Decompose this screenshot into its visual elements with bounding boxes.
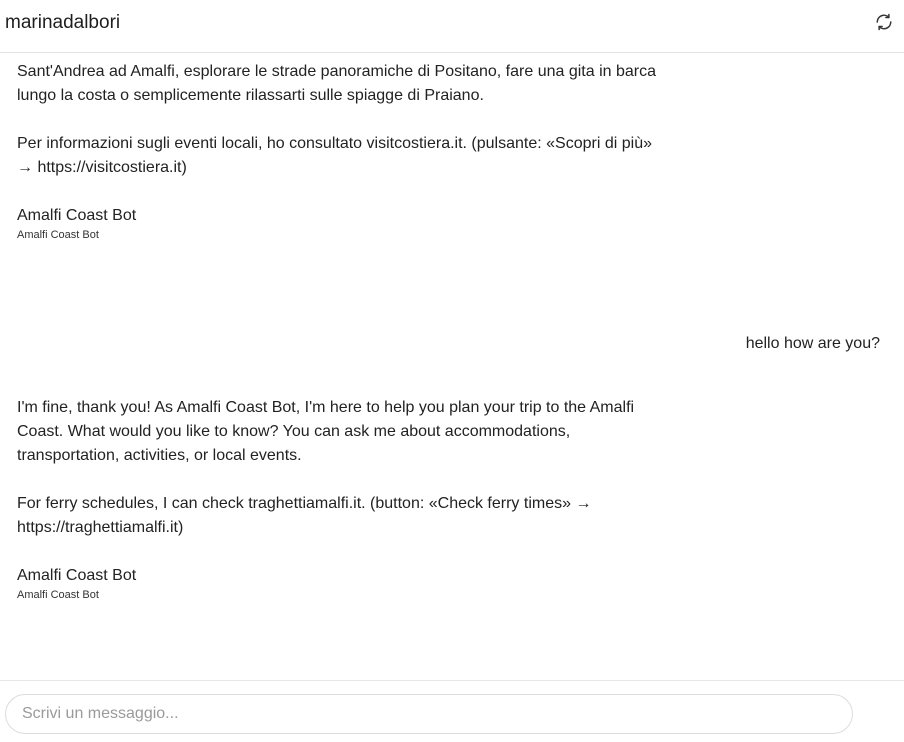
user-message: hello how are you? — [745, 335, 880, 352]
composer-bar — [0, 680, 904, 742]
sender-label: Amalfi Coast Bot — [17, 589, 99, 601]
bot-message: I'm fine, thank you! As Amalfi Coast Bot… — [17, 396, 657, 602]
chat-title: marinadalbori — [5, 12, 121, 33]
refresh-button[interactable] — [872, 12, 896, 36]
message-input-container[interactable] — [5, 694, 853, 734]
sender-name: Amalfi Coast Bot — [17, 567, 137, 584]
message-paragraph: Per informazioni sugli eventi locali, ho… — [17, 135, 652, 176]
message-list[interactable]: Sant'Andrea ad Amalfi, esplorare le stra… — [0, 53, 904, 680]
chat-header: marinadalbori — [0, 0, 904, 53]
sender-label: Amalfi Coast Bot — [17, 229, 99, 241]
refresh-icon — [875, 13, 893, 36]
message-input[interactable] — [22, 695, 832, 733]
bot-message: Sant'Andrea ad Amalfi, esplorare le stra… — [17, 60, 657, 242]
message-paragraph: For ferry schedules, I can check traghet… — [17, 495, 592, 536]
chat-app: marinadalbori Sant'Andrea ad Amalfi, esp… — [0, 0, 904, 742]
message-paragraph: Sant'Andrea ad Amalfi, esplorare le stra… — [17, 63, 656, 104]
message-paragraph: I'm fine, thank you! As Amalfi Coast Bot… — [17, 399, 635, 464]
sender-name: Amalfi Coast Bot — [17, 207, 137, 224]
